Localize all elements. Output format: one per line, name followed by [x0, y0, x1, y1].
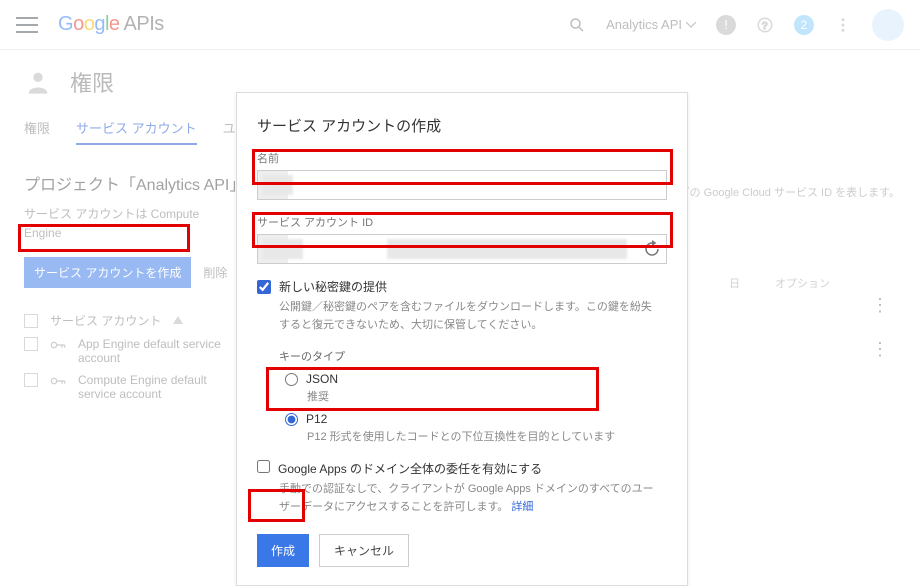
key-type-json-radio[interactable]	[285, 373, 298, 386]
menu-icon[interactable]	[16, 17, 38, 33]
column-service-account: サービス アカウント	[50, 312, 161, 329]
cancel-button[interactable]: キャンセル	[319, 534, 409, 567]
key-type-p12-sub: P12 形式を使用したコードとの下位互換性を目的としています	[307, 428, 667, 444]
sort-icon[interactable]	[173, 316, 183, 326]
furnish-new-key-label: 新しい秘密鍵の提供	[279, 278, 387, 295]
domain-wide-delegation-label: Google Apps のドメイン全体の委任を有効にする	[278, 460, 542, 477]
row-menu-icon[interactable]: ⋮	[871, 347, 890, 351]
more-vert-icon[interactable]	[834, 16, 852, 34]
row-menu-icon[interactable]: ⋮	[871, 303, 890, 307]
key-type-p12-label: P12	[306, 412, 327, 426]
row-checkbox[interactable]	[24, 373, 38, 387]
key-icon	[50, 375, 66, 387]
app-header: GoogleAPIs Analytics API ! ? 2	[0, 0, 920, 50]
project-name: Analytics API	[606, 17, 682, 32]
learn-more-link[interactable]: 詳細	[511, 501, 533, 513]
key-type-label: キーのタイプ	[279, 348, 667, 364]
chevron-down-icon	[686, 22, 696, 28]
tab-permissions[interactable]: 権限	[24, 118, 50, 145]
key-type-json-label: JSON	[306, 372, 338, 386]
person-icon	[24, 68, 52, 96]
domain-wide-delegation-checkbox[interactable]	[257, 460, 270, 473]
notification-icon[interactable]: !	[716, 15, 736, 35]
create-button[interactable]: 作成	[257, 534, 309, 567]
create-service-account-dialog: サービス アカウントの作成 名前 サービス アカウント ID 新しい秘密鍵の提供…	[236, 92, 688, 586]
create-service-account-button[interactable]: サービス アカウントを作成	[24, 257, 191, 288]
row-checkbox[interactable]	[24, 337, 38, 351]
furnish-new-key-description: 公開鍵／秘密鍵のペアを含むファイルをダウンロードします。この鍵を紛失すると復元で…	[279, 299, 659, 334]
column-date: 日	[729, 275, 740, 291]
service-account-id-label: サービス アカウント ID	[257, 214, 667, 230]
key-type-json-sub: 推奨	[307, 388, 667, 404]
messages-badge[interactable]: 2	[794, 15, 814, 35]
delete-button[interactable]: 削除	[203, 264, 227, 281]
project-dropdown[interactable]: Analytics API	[606, 17, 696, 32]
key-icon	[50, 339, 66, 351]
tab-service-accounts[interactable]: サービス アカウント	[76, 118, 197, 145]
name-label: 名前	[257, 150, 667, 166]
domain-wide-delegation-description: 手動での認証なしで、クライアントが Google Apps ドメインのすべてのユ…	[279, 481, 659, 516]
help-icon[interactable]: ?	[756, 16, 774, 34]
column-options: オプション	[775, 275, 830, 291]
search-icon[interactable]	[568, 16, 586, 34]
service-account-name[interactable]: Compute Engine default service account	[78, 373, 224, 401]
page-title: 権限	[70, 66, 114, 98]
user-avatar[interactable]	[872, 9, 904, 41]
furnish-new-key-checkbox[interactable]	[257, 280, 271, 294]
background-description-tail: などの Google Cloud サービス ID を表します。	[668, 184, 900, 200]
svg-text:?: ?	[762, 20, 768, 31]
name-input[interactable]	[257, 170, 667, 200]
dialog-title: サービス アカウントの作成	[257, 115, 667, 136]
key-type-p12-radio[interactable]	[285, 413, 298, 426]
refresh-icon[interactable]	[643, 240, 661, 258]
google-apis-logo: GoogleAPIs	[58, 13, 164, 36]
service-account-name[interactable]: App Engine default service account	[78, 337, 224, 365]
project-description: サービス アカウントは Compute Engine	[24, 205, 234, 243]
select-all-checkbox[interactable]	[24, 314, 38, 328]
